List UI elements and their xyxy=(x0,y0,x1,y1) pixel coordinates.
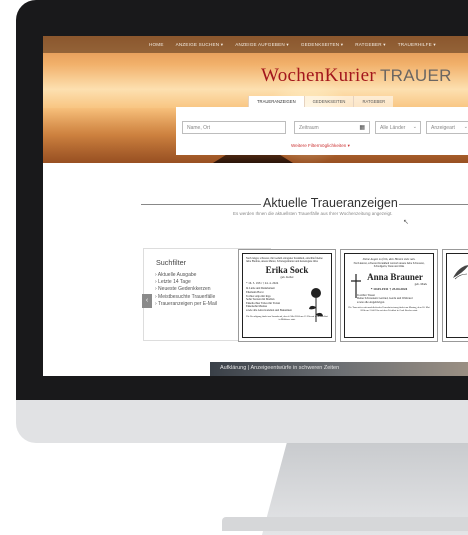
bottom-promo-text: Aufklärung | Anzeigeentwürfe in schweren… xyxy=(220,365,340,371)
search-tabs: TRAUERANZEIGEN GEDENKSEITEN RATGEBER xyxy=(248,96,394,107)
filter-item-current-issue[interactable]: › Aktuelle Ausgabe xyxy=(155,272,217,279)
search-panel: Name, Ort Zeitraum ▦ Alle Länder ⌄ Anzei… xyxy=(176,107,468,155)
obituary-mourners: In Liebe und Dankbarkeit Ehemann Horst T… xyxy=(246,287,292,312)
nav-trauerhilfe[interactable]: TRAUERHILFE ▾ xyxy=(398,42,436,48)
type-select[interactable]: Anzeigeart ⌄ xyxy=(426,121,468,134)
section-subtitle: Es werden Ihnen die aktuellsten Trauerfä… xyxy=(233,211,393,216)
region-select-value: Alle Länder xyxy=(380,125,406,131)
rose-icon xyxy=(309,288,323,322)
region-select[interactable]: Alle Länder ⌄ xyxy=(375,121,421,134)
leaves-icon xyxy=(453,265,468,280)
calendar-icon[interactable]: ▦ xyxy=(359,124,365,131)
type-select-value: Anzeigeart xyxy=(431,125,455,131)
logo-wochenkurier: WochenKurier xyxy=(261,65,376,86)
tab-gedenkseiten[interactable]: GEDENKSEITEN xyxy=(303,96,354,107)
nav-anzeige-suchen[interactable]: ANZEIGE SUCHEN ▾ xyxy=(176,42,224,48)
chevron-down-icon: ⌄ xyxy=(463,124,468,130)
mouse-cursor-icon: ↖ xyxy=(403,219,409,226)
obituary-card[interactable]: Nach langer, schwerer, mit Geduld ertrag… xyxy=(238,249,336,342)
obituary-quote: Deine Augen zu früh, dem Herzen stets na… xyxy=(362,257,416,261)
timeframe-placeholder: Zeitraum xyxy=(299,125,319,131)
more-filters-link[interactable]: Weitere Filtermöglichkeiten ▾ xyxy=(291,143,350,149)
section-title: Aktuelle Traueranzeigen xyxy=(263,196,398,210)
obituary-card[interactable]: Deine Augen zu früh, dem Herzen stets na… xyxy=(340,249,438,342)
obituary-intro: Nach langer, schwerer, mit Geduld ertrag… xyxy=(246,257,323,264)
obituary-ad: Deine Augen zu früh, dem Herzen stets na… xyxy=(344,253,434,338)
obituary-card[interactable] xyxy=(442,249,468,342)
nav-ratgeber[interactable]: RATGEBER ▾ xyxy=(355,42,386,48)
chevron-down-icon: ⌄ xyxy=(412,124,417,130)
filter-item-most-visited[interactable]: › Meistbesuchte Trauerfälle xyxy=(155,294,217,301)
obituary-intro: Nach kurzer, schwerer Krankheit verstarb… xyxy=(353,262,425,269)
timeframe-input[interactable]: Zeitraum ▦ xyxy=(294,121,370,134)
obituary-name: Erika Sock xyxy=(265,265,309,276)
filter-item-email[interactable]: › Traueranzeigen per E-Mail xyxy=(155,301,217,308)
nav-anzeige-aufgeben[interactable]: ANZEIGE AUFGEBEN ▾ xyxy=(235,42,289,48)
obituary-ad-partial xyxy=(446,253,468,338)
divider-left xyxy=(141,204,261,205)
name-location-input[interactable]: Name, Ort xyxy=(182,121,286,134)
filter-list: › Aktuelle Ausgabe › Letzte 14 Tage › Ne… xyxy=(155,272,217,308)
site-logo[interactable]: WochenKurier TRAUER xyxy=(261,65,452,87)
carousel-prev-button[interactable]: ‹ xyxy=(142,294,152,308)
section-heading: Aktuelle Traueranzeigen xyxy=(141,196,468,212)
filter-item-last-14-days[interactable]: › Letzte 14 Tage xyxy=(155,279,217,286)
monitor-base xyxy=(222,517,468,531)
nav-home[interactable]: HOME xyxy=(149,42,164,47)
top-navigation: HOME ANZEIGE SUCHEN ▾ ANZEIGE AUFGEBEN ▾… xyxy=(43,36,468,53)
logo-trauer: TRAUER xyxy=(379,66,452,85)
nav-gedenkseiten[interactable]: GEDENKSEITEN ▾ xyxy=(301,42,343,48)
tab-ratgeber[interactable]: RATGEBER xyxy=(353,96,394,107)
filter-item-newest-candles[interactable]: › Neueste Gedenkkerzen xyxy=(155,286,217,293)
obituary-footer: Die Trauerfeier mit anschließender Urnen… xyxy=(348,306,430,313)
obituary-maiden-name: geb. Keller xyxy=(280,275,294,280)
bottom-promo-banner[interactable]: Aufklärung | Anzeigeentwürfe in schweren… xyxy=(210,362,468,376)
tab-traueranzeigen[interactable]: TRAUERANZEIGEN xyxy=(248,96,304,107)
cross-icon xyxy=(351,274,361,298)
obituary-ad: Nach langer, schwerer, mit Geduld ertrag… xyxy=(242,253,332,338)
divider-right xyxy=(399,204,468,205)
screen: HOME ANZEIGE SUCHEN ▾ ANZEIGE AUFGEBEN ▾… xyxy=(43,36,468,376)
filter-title: Suchfilter xyxy=(156,258,186,267)
